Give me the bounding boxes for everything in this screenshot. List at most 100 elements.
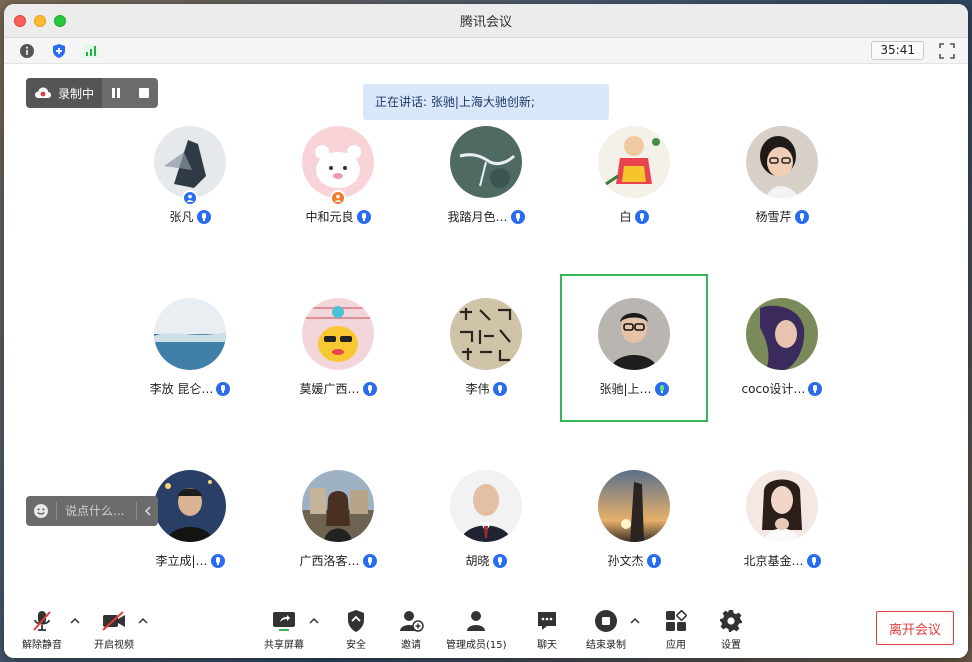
avatar [746,126,818,198]
meeting-window: 腾讯会议 35:41 录制中 正在讲话: 张驰|上海大驰创新; 张凡 中和元良 … [4,4,968,658]
recording-label: 录制中 [58,86,95,101]
meeting-timer: 35:41 [871,41,924,60]
participant-name: coco设计… [741,382,806,396]
participant-name: 白 [619,210,632,224]
cloud-record-icon [35,87,51,98]
participant-tile[interactable]: 中和元良 [264,126,412,274]
meeting-toolbar: 解除静音 开启视频 共享屏幕 安全 邀请 管理成员(15) 聊天 结束录制 应用… [4,594,968,658]
emoji-icon[interactable] [26,503,56,519]
mic-icon [492,382,507,396]
manage-members-button[interactable]: 管理成员(15) [446,608,507,651]
avatar [154,126,226,198]
unmute-button[interactable]: 解除静音 [22,608,62,651]
avatar [302,298,374,370]
participant-name: 李伟 [465,382,490,396]
participant-tile[interactable]: coco设计… [708,298,856,446]
mic-icon [806,554,821,568]
chat-button[interactable]: 聊天 [534,608,560,651]
avatar [450,298,522,370]
apps-button[interactable]: 应用 [663,608,689,651]
title-bar: 腾讯会议 [4,4,968,38]
window-title: 腾讯会议 [459,15,512,30]
fullscreen-icon[interactable] [938,42,956,60]
window-controls [14,15,66,27]
maximize-window-button[interactable] [54,15,66,27]
recording-bar: 录制中 [26,78,159,108]
chat-quick-input: 说点什么... [26,496,158,526]
participant-tile[interactable]: 李伟 [412,298,560,446]
start-video-button[interactable]: 开启视频 [94,608,134,651]
mic-icon [634,210,649,224]
share-screen-button[interactable]: 共享屏幕 [264,608,304,651]
mic-icon [362,554,377,568]
chat-input[interactable]: 说点什么... [56,502,136,520]
avatar [450,126,522,198]
participant-tile[interactable]: 莫媛广西… [264,298,412,446]
audio-options-chevron-icon[interactable] [70,616,80,626]
members-icon [467,611,486,631]
invite-button[interactable]: 邀请 [398,608,424,651]
info-bar: 35:41 [4,38,968,64]
participant-tile[interactable]: 白 [560,126,708,274]
participant-tile[interactable]: 我踏月色… [412,126,560,274]
mic-icon [362,382,377,396]
settings-button[interactable]: 设置 [718,608,744,651]
mic-icon [196,210,211,224]
video-options-chevron-icon[interactable] [138,616,148,626]
stop-recording-toolbar-button[interactable]: 结束录制 [586,608,626,651]
avatar [450,470,522,542]
info-icon[interactable] [18,42,36,60]
pause-recording-button[interactable] [102,78,130,108]
share-screen-icon [273,612,295,631]
leave-meeting-button[interactable]: 离开会议 [876,611,954,645]
participant-tile[interactable]: 李放 昆仑… [116,298,264,446]
security-button[interactable]: 安全 [343,608,369,651]
avatar [598,298,670,370]
participant-tile[interactable]: 张凡 [116,126,264,274]
record-options-chevron-icon[interactable] [630,616,640,626]
gear-icon [720,610,742,632]
apps-icon [666,610,687,631]
shield-icon [348,610,364,632]
participant-name: 张驰|上… [599,382,652,396]
stop-recording-button[interactable] [130,78,158,108]
participant-name: 莫媛广西… [299,382,360,396]
mic-icon [356,210,371,224]
mic-icon [216,382,231,396]
cohost-icon [330,190,346,206]
avatar [302,126,374,198]
network-signal-icon[interactable] [82,42,100,60]
host-icon [182,190,198,206]
minimize-window-button[interactable] [34,15,46,27]
participant-name: 孙文杰 [607,554,644,568]
mic-icon [794,210,809,224]
stop-record-icon [595,610,617,632]
mic-icon [510,210,525,224]
participant-name: 李立成|… [155,554,208,568]
mic-muted-icon [33,611,51,631]
recording-status: 录制中 [26,78,103,108]
stop-icon [139,88,150,98]
participant-name: 广西洛客… [299,554,360,568]
mic-icon [492,554,507,568]
mic-speaking-icon [654,382,669,396]
security-shield-icon[interactable] [50,42,68,60]
avatar [598,126,670,198]
participant-tile[interactable]: 杨雪芹 [708,126,856,274]
participant-tile-active[interactable]: 张驰|上… [560,274,708,422]
participant-name: 我踏月色… [447,210,508,224]
close-window-button[interactable] [14,15,26,27]
share-options-chevron-icon[interactable] [309,616,319,626]
collapse-chat-button[interactable] [136,502,158,520]
avatar [302,470,374,542]
pause-icon [112,88,121,98]
participant-name: 李放 昆仑… [149,382,214,396]
participant-name: 北京基金… [743,554,804,568]
chat-icon [538,612,556,630]
mic-icon [210,554,225,568]
participant-name: 杨雪芹 [755,210,792,224]
video-gallery: 录制中 正在讲话: 张驰|上海大驰创新; 张凡 中和元良 我踏月色… 白 杨雪芹… [4,64,968,594]
mic-icon [808,382,823,396]
participant-name: 中和元良 [305,210,354,224]
chevron-left-icon [144,506,151,516]
